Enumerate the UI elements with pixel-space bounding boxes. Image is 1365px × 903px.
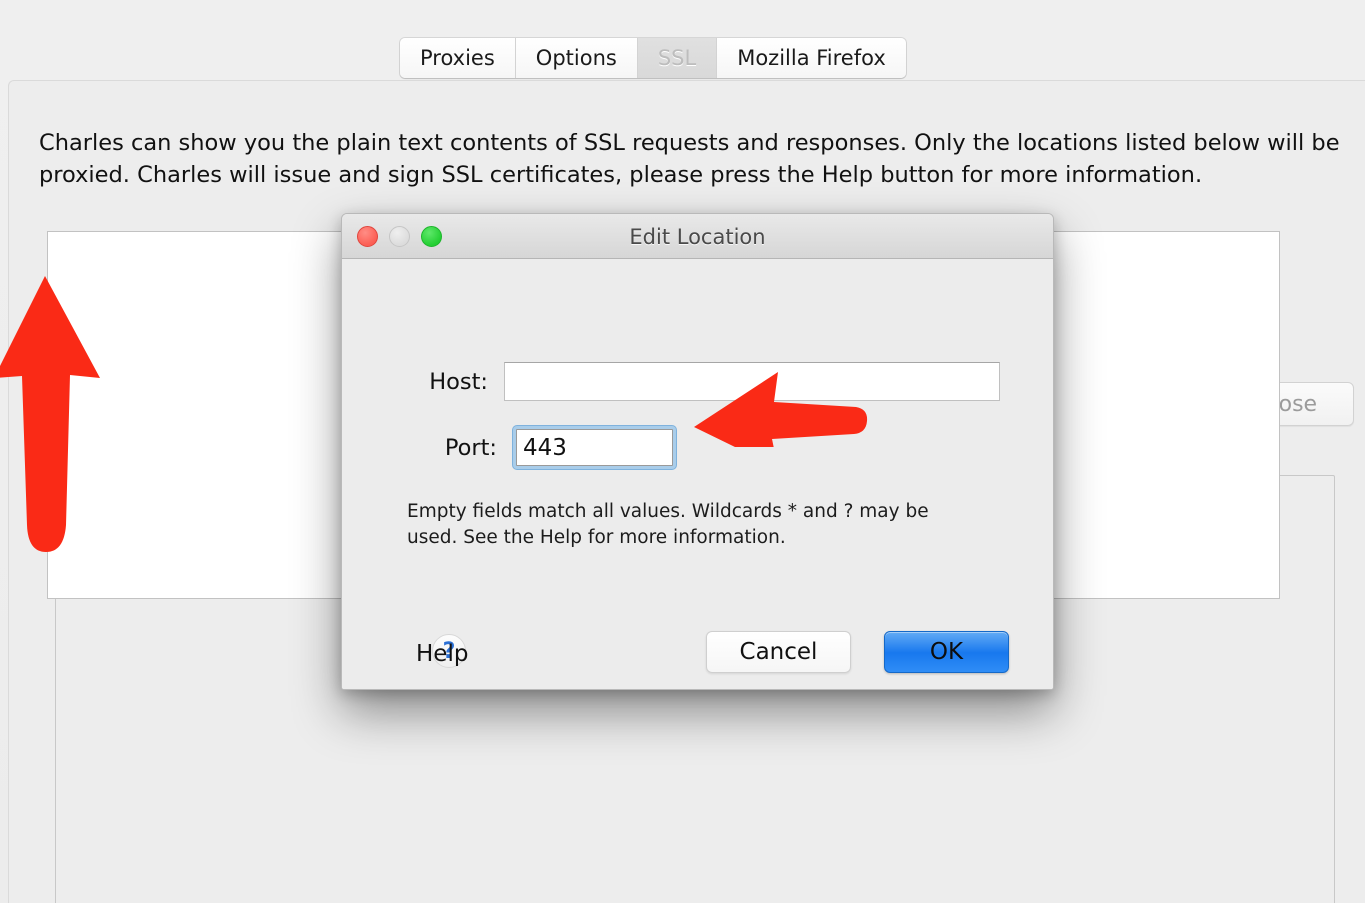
- dialog-hint-text: Empty fields match all values. Wildcards…: [407, 501, 929, 548]
- dialog-title: Edit Location: [629, 224, 766, 249]
- host-input[interactable]: [504, 362, 1000, 401]
- port-input-focus-ring: [513, 426, 676, 469]
- ssl-description-text: Charles can show you the plain text cont…: [39, 130, 1340, 188]
- tab-bar: Proxies Options SSL Mozilla Firefox: [0, 0, 1365, 80]
- help-button[interactable]: Help ?: [416, 631, 468, 677]
- tab-mozilla-firefox[interactable]: Mozilla Firefox: [717, 38, 906, 78]
- dialog-titlebar[interactable]: Edit Location: [342, 214, 1053, 259]
- port-input[interactable]: [516, 429, 673, 466]
- help-button-label: Help: [416, 641, 469, 667]
- tab-group: Proxies Options SSL Mozilla Firefox: [400, 38, 906, 78]
- host-field-row: Host:: [406, 362, 1000, 401]
- tab-proxies[interactable]: Proxies: [400, 38, 516, 78]
- port-field-row: Port:: [415, 426, 676, 469]
- tab-options[interactable]: Options: [515, 38, 638, 78]
- tab-ssl[interactable]: SSL: [637, 38, 718, 78]
- dialog-body: Host: Port: Empty fields match all value…: [342, 259, 1053, 689]
- edit-location-dialog: Edit Location Host: Port: Empty fields m…: [341, 213, 1054, 690]
- port-label: Port:: [444, 434, 497, 461]
- cancel-button[interactable]: Cancel: [706, 631, 851, 673]
- ok-button[interactable]: OK: [884, 631, 1009, 673]
- host-label: Host:: [429, 368, 488, 395]
- app-window: Proxies Options SSL Mozilla Firefox Char…: [0, 0, 1365, 903]
